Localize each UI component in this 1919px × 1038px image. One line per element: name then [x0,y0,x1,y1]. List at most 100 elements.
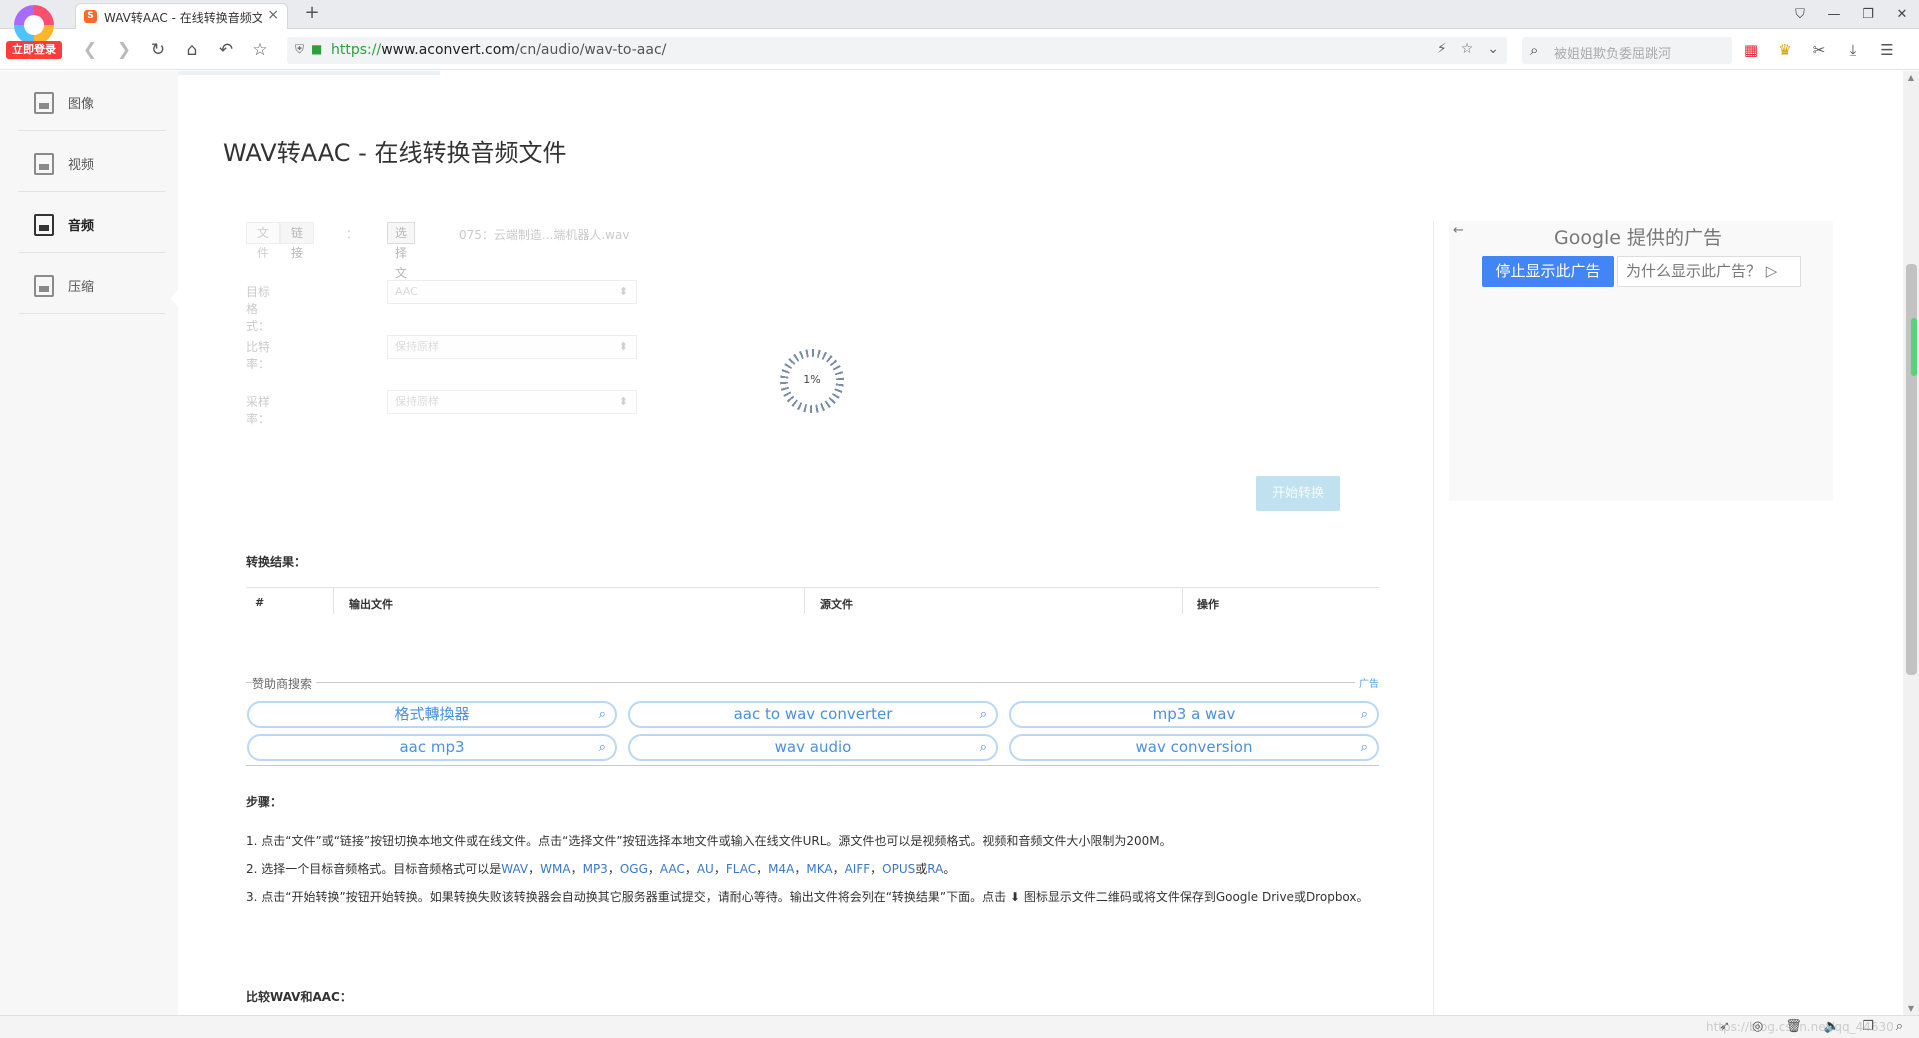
start-convert-button[interactable]: 开始转换 [1256,476,1340,511]
sponsor-pill[interactable]: wav conversion ⌕ [1009,734,1379,761]
browser-logo[interactable]: 立即登录 [6,3,62,61]
format-link[interactable]: FLAC [726,862,756,876]
column-divider [1433,221,1434,1015]
why-ad-button[interactable]: 为什么显示此广告？ ▷ [1617,256,1801,287]
bookmark-star-icon[interactable]: ☆ [1461,41,1474,57]
sidebar-item-archive[interactable]: 压缩 [18,254,165,314]
progress-spinner: 1% [780,349,844,413]
tab-strip: 立即登录 S WAV转AAC - 在线转换音频文 × + ⛉ — ❐ ✕ [0,0,1919,59]
format-link[interactable]: AIFF [845,862,871,876]
bitrate-select[interactable]: 保持原样 [387,335,637,359]
scissors-icon[interactable]: ✂ [1806,38,1832,62]
zoom-icon[interactable]: ⌕ [1896,1019,1903,1034]
top-accent-line [178,71,440,75]
format-link[interactable]: M4A [768,862,794,876]
search-icon: ⌕ [979,740,987,755]
format-link[interactable]: AAC [660,862,685,876]
chevron-down-icon[interactable]: ⌄ [1487,41,1499,57]
sidebar-item-label: 图像 [68,97,95,112]
favorites-icon[interactable]: ☆ [248,38,272,62]
scroll-down-icon[interactable]: ▼ [1903,1004,1919,1013]
volume-icon[interactable]: 🔈 [1824,1019,1840,1034]
target-format-select[interactable]: AAC [387,280,637,304]
video-file-icon [34,153,54,175]
sidebar-item-video[interactable]: 视频 [18,132,165,192]
menu-icon[interactable]: ☰ [1874,38,1900,62]
column-divider [1182,588,1183,614]
page-scrollbar[interactable]: ▲ ▼ [1903,71,1919,1015]
format-link[interactable]: WAV [501,862,528,876]
sponsor-pill[interactable]: wav audio ⌕ [628,734,998,761]
sponsor-pill[interactable]: mp3 a wav ⌕ [1009,701,1379,728]
archive-file-icon [34,275,54,297]
stop-ad-button[interactable]: 停止显示此广告 [1482,256,1614,287]
home-icon[interactable]: ⌂ [180,38,204,62]
format-link[interactable]: RA [927,862,943,876]
choose-file-button[interactable]: 选择文件 [387,222,416,300]
speed-icon[interactable]: ◎ [1752,1019,1763,1034]
sponsor-pill[interactable]: 格式轉換器 ⌕ [247,701,617,728]
trash-icon[interactable]: 🗑 [1785,1019,1802,1034]
game-icon[interactable]: ♛ [1772,38,1798,62]
tab-active[interactable]: S WAV转AAC - 在线转换音频文 × [75,3,288,29]
navigation-bar: ❮ ❯ ↻ ⌂ ↶ ☆ ⛨ ■ https://www.aconvert.com… [0,30,1919,70]
sidebar-item-audio[interactable]: 音频 [18,193,165,253]
tab-title: WAV转AAC - 在线转换音频文 [104,11,262,25]
rocket-icon[interactable]: ➶ [1719,1019,1730,1034]
back-arrow-icon[interactable]: ← [1453,223,1464,238]
address-bar[interactable]: ⛨ ■ https://www.aconvert.com/cn/audio/wa… [287,37,1507,64]
sponsor-pill[interactable]: aac to wav converter ⌕ [628,701,998,728]
bitrate-label: 比特率： [246,340,271,371]
ad-label[interactable]: 广告 [1355,675,1379,690]
format-link[interactable]: AU [697,862,714,876]
site-favicon-icon: S [84,10,97,23]
new-tab-button[interactable]: + [300,2,324,23]
search-box[interactable]: ⌕ 被姐姐欺负委屈跳河 [1522,37,1732,64]
reload-icon[interactable]: ↻ [146,38,170,62]
lightning-icon[interactable]: ⚡ [1437,41,1447,57]
lock-icon: ■ [311,42,323,56]
step-3: 3. 点击“开始转换”按钮开始转换。如果转换失败该转换器会自动换其它服务器重试提… [246,890,1369,904]
close-window-button[interactable]: ✕ [1885,0,1919,29]
samplerate-label: 采样率： [246,395,271,426]
selected-file-name: 075：云端制造...端机器人.wav [459,228,630,242]
sidebar-item-label: 音频 [68,219,95,234]
column-divider [333,588,334,614]
sponsor-pill[interactable]: aac mp3 ⌕ [247,734,617,761]
search-icon: ⌕ [598,707,606,722]
step-1: 1. 点击“文件”或“链接”按钮切换本地文件或在线文件。点击“选择文件”按钮选择… [246,834,1172,848]
scroll-up-icon[interactable]: ▲ [1903,73,1919,82]
format-link[interactable]: OGG [620,862,648,876]
url-text[interactable]: https://www.aconvert.com/cn/audio/wav-to… [331,42,666,58]
samplerate-select[interactable]: 保持原样 [387,390,637,414]
search-icon: ⌕ [598,740,606,755]
tab-file[interactable]: 文件 [246,222,281,260]
skin-icon[interactable]: ⛉ [1783,0,1817,29]
format-link[interactable]: MP3 [583,862,608,876]
tab-link[interactable]: 链接 [280,222,315,260]
restore-button[interactable]: ❐ [1851,0,1885,29]
steps-label: 步骤： [246,795,283,809]
format-link[interactable]: MKA [806,862,832,876]
apps-icon[interactable]: ▦ [1738,38,1764,62]
sidebar-item-label: 压缩 [68,280,95,295]
format-link[interactable]: OPUS [882,862,915,876]
col-source-file: 源文件 [820,598,853,611]
tab-close-icon[interactable]: × [267,7,279,23]
back-icon[interactable]: ❮ [78,38,102,62]
window-icon[interactable]: ❐ [1862,1019,1874,1034]
side-indicator [1911,318,1917,376]
search-input[interactable]: 被姐姐欺负委屈跳河 [1554,43,1671,62]
image-file-icon [34,92,54,114]
search-icon: ⌕ [1360,740,1368,755]
sidebar-item-image[interactable]: 图像 [18,71,165,131]
forward-icon[interactable]: ❯ [112,38,136,62]
toolbar-icons: ▦ ♛ ✂ ⤓ ☰ [1738,38,1900,62]
login-badge[interactable]: 立即登录 [6,41,62,59]
format-link[interactable]: WMA [540,862,570,876]
progress-percent: 1% [803,373,821,386]
results-table-header: # 输出文件 源文件 操作 [246,587,1379,614]
minimize-button[interactable]: — [1817,0,1851,29]
undo-close-icon[interactable]: ↶ [214,38,238,62]
download-icon[interactable]: ⤓ [1840,38,1866,62]
